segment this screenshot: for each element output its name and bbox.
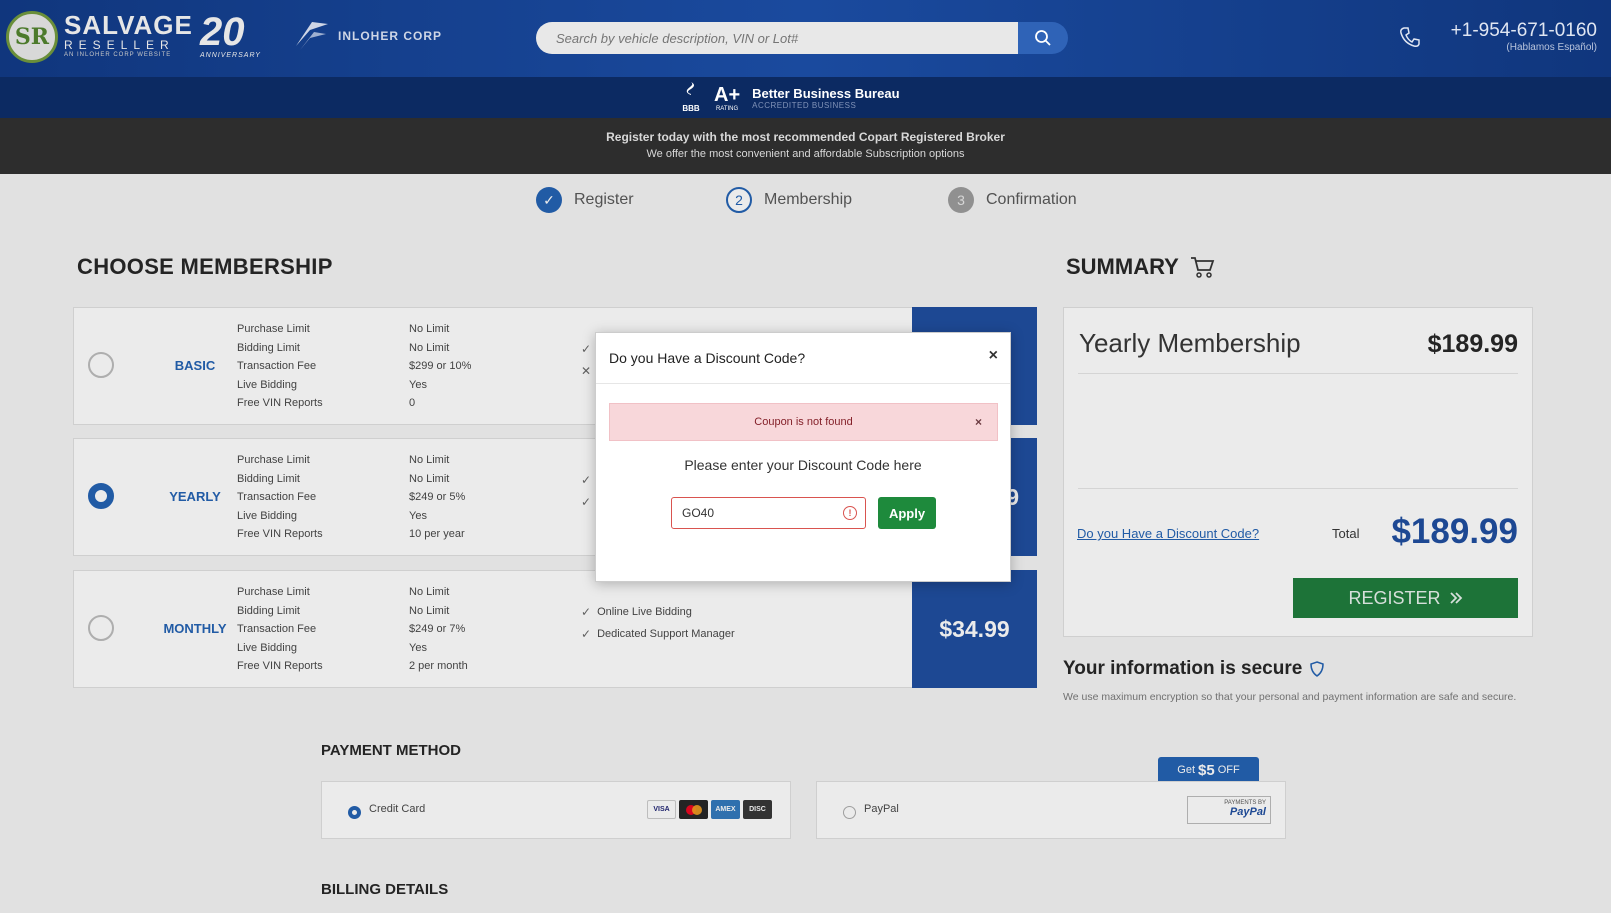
bbb-rating: A+ RATING	[714, 84, 740, 112]
anniversary-badge: 20 ANNIVERSARY	[200, 12, 261, 59]
bbb-title: Better Business Bureau	[752, 85, 900, 101]
logo-name-2: RESELLER	[64, 38, 175, 52]
header: SR SALVAGE RESELLER AN INLOHER CORP WEBS…	[0, 0, 1611, 77]
error-icon: !	[843, 506, 857, 520]
code-value: GO40	[682, 506, 715, 520]
close-icon[interactable]: ×	[989, 347, 998, 365]
bbb-grade-label: RATING	[715, 105, 739, 112]
bbb-bar: BBB A+ RATING Better Business Bureau ACC…	[0, 77, 1611, 118]
alert-text: Coupon is not found	[754, 416, 853, 428]
phone-number-text: +1-954-671-0160	[1450, 20, 1597, 41]
apply-button[interactable]: Apply	[878, 497, 936, 529]
inloher-corp-logo[interactable]: INLOHER CORP	[292, 16, 442, 56]
discount-code-input[interactable]: GO40 !	[671, 497, 866, 529]
error-alert: Coupon is not found ×	[609, 403, 998, 441]
phone-note: (Hablamos Español)	[1506, 42, 1597, 53]
search-button[interactable]	[1018, 22, 1068, 54]
bbb-grade: A+	[714, 83, 741, 106]
corp-name: INLOHER CORP	[338, 29, 443, 43]
close-icon[interactable]: ×	[975, 415, 982, 429]
inloher-logo-icon	[296, 22, 328, 50]
anniversary-label: ANNIVERSARY	[200, 52, 261, 59]
modal-title: Do you Have a Discount Code?	[609, 350, 806, 366]
search-bar	[536, 22, 1068, 54]
phone-number[interactable]: +1-954-671-0160 (Hablamos Español)	[1451, 20, 1597, 53]
logo-text[interactable]: SALVAGE RESELLER AN INLOHER CORP WEBSITE	[64, 12, 193, 58]
promo-line-1: Register today with the most recommended…	[606, 130, 1005, 144]
bbb-text: Better Business Bureau ACCREDITED BUSINE…	[752, 86, 899, 110]
promo-line-2: We offer the most convenient and afforda…	[646, 148, 965, 160]
anniversary-number: 20	[200, 10, 245, 54]
search-icon	[1035, 30, 1051, 46]
divider	[596, 383, 1010, 384]
logo-name: SALVAGE	[64, 10, 193, 40]
promo-bar: Register today with the most recommended…	[0, 118, 1611, 174]
search-input[interactable]	[536, 22, 1018, 54]
logo-tagline: AN INLOHER CORP WEBSITE	[64, 52, 172, 58]
modal-prompt: Please enter your Discount Code here	[684, 457, 922, 473]
phone-icon	[1400, 27, 1420, 47]
bbb-subtitle: ACCREDITED BUSINESS	[752, 100, 857, 110]
salvage-reseller-logo[interactable]: SR	[6, 11, 58, 63]
bbb-logo-icon: BBB	[680, 81, 702, 114]
bbb-badge[interactable]: BBB A+ RATING Better Business Bureau ACC…	[680, 81, 900, 114]
discount-code-modal: Do you Have a Discount Code? × Coupon is…	[595, 332, 1011, 582]
